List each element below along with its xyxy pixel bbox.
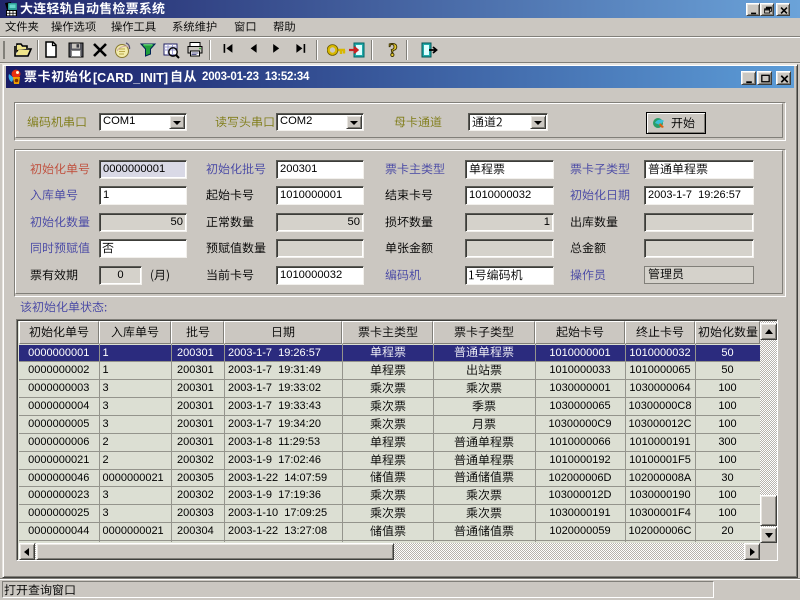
svg-text:?: ? [388,40,398,60]
